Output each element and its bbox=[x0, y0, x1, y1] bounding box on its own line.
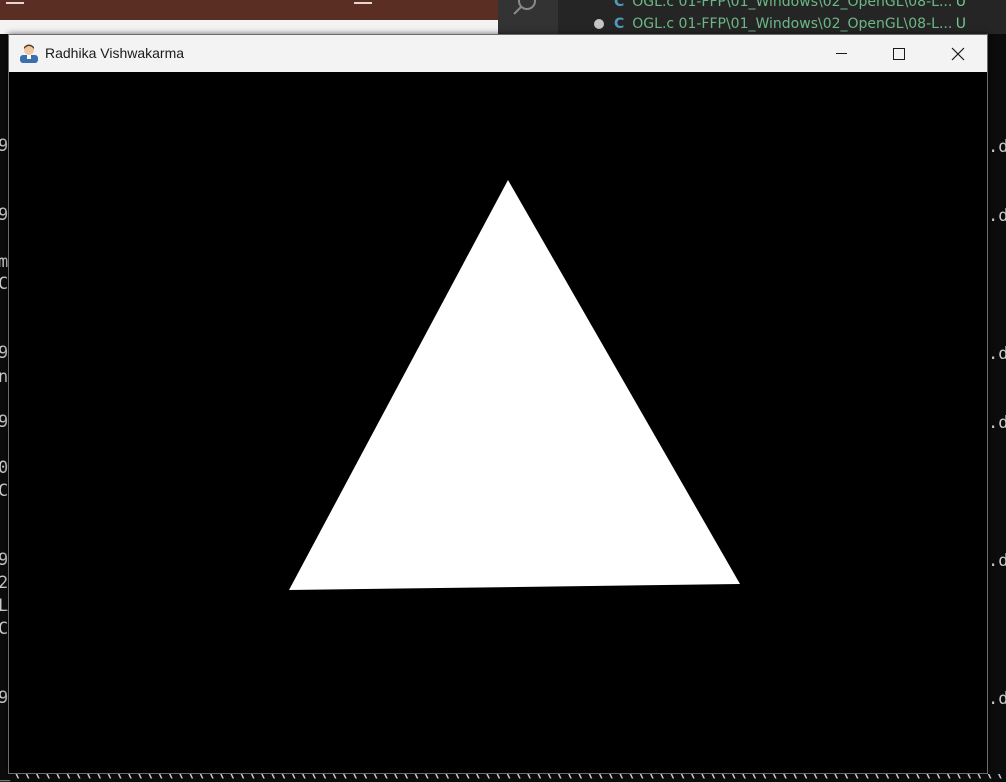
maximize-button[interactable] bbox=[870, 35, 928, 72]
terminal-peek-text: C bbox=[0, 274, 9, 294]
background-browser-strip bbox=[0, 0, 498, 20]
terminal-peek-text: 9 bbox=[0, 412, 9, 432]
terminal-peek-text: 9 bbox=[0, 205, 9, 225]
explorer-file-row: C OGL.c 01-FFP\01_Windows\02_OpenGL\08-L.… bbox=[614, 0, 966, 10]
terminal-peek-text: 2 bbox=[0, 573, 9, 593]
terminal-peek-text: .d bbox=[988, 137, 1006, 157]
user-avatar-icon bbox=[20, 44, 38, 63]
terminal-peek-text: .d bbox=[988, 689, 1006, 709]
terminal-peek-text: m bbox=[0, 252, 9, 272]
browser-menu-icon bbox=[6, 0, 24, 4]
white-triangle bbox=[289, 180, 740, 590]
render-canvas bbox=[289, 180, 740, 590]
terminal-peek-text: 9 bbox=[0, 688, 9, 708]
explorer-file-row: C OGL.c 01-FFP\01_Windows\02_OpenGL\08-L.… bbox=[560, 16, 1006, 34]
terminal-peek-text: .d bbox=[988, 413, 1006, 433]
terminal-peek-text: .d bbox=[988, 551, 1006, 571]
terminal-peek-text: C bbox=[0, 619, 9, 639]
terminal-peek-text: .d bbox=[988, 344, 1006, 364]
terminal-bottom-peek: _\\\\\\\\\\\\\\\\\\\\\\\\\\\\\\\\\\\\\\\… bbox=[0, 774, 1006, 782]
window-titlebar[interactable]: Radhika Vishwakarma bbox=[9, 35, 987, 72]
close-icon bbox=[951, 47, 965, 60]
close-button[interactable] bbox=[929, 35, 987, 72]
terminal-peek-text: 9 bbox=[0, 550, 9, 570]
maximize-icon bbox=[893, 47, 905, 60]
terminal-peek-text: L bbox=[0, 596, 9, 616]
minimize-icon bbox=[835, 53, 847, 54]
minimize-button[interactable] bbox=[812, 35, 870, 72]
modified-dot-icon bbox=[594, 19, 604, 29]
opengl-viewport[interactable] bbox=[9, 72, 987, 773]
window-title: Radhika Vishwakarma bbox=[45, 45, 185, 61]
terminal-peek-text: .d bbox=[988, 206, 1006, 226]
terminal-peek-text: 0 bbox=[0, 458, 9, 478]
terminal-peek-text: C bbox=[0, 481, 9, 501]
search-icon bbox=[513, 0, 536, 15]
opengl-window[interactable]: Radhika Vishwakarma bbox=[8, 34, 988, 774]
c-file-icon: C bbox=[614, 16, 625, 32]
background-browser-bar bbox=[0, 20, 498, 34]
terminal-peek-text: 9 bbox=[0, 136, 9, 156]
browser-tab-icon bbox=[354, 0, 372, 4]
terminal-peek-text: 9 bbox=[0, 343, 9, 363]
terminal-peek-text: n bbox=[0, 367, 9, 387]
